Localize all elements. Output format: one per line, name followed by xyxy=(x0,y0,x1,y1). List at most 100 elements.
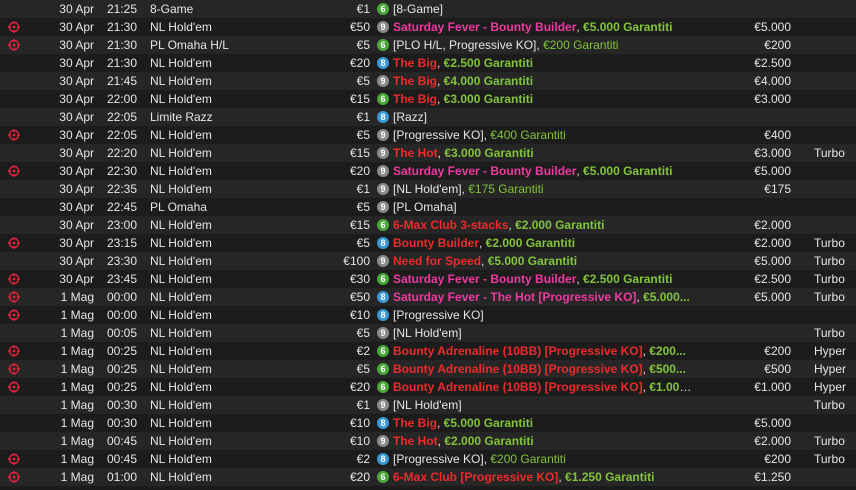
start-time: 23:15 xyxy=(106,236,137,250)
ko-indicator xyxy=(8,468,26,486)
table-size: 9 xyxy=(377,252,391,270)
game-type: NL Hold'em xyxy=(150,272,212,286)
name-text: [NL Hold'em] xyxy=(393,182,462,196)
start-time: 23:45 xyxy=(106,272,137,286)
ko-indicator xyxy=(8,432,26,450)
tournament-name: Bounty Adrenaline (10BB) [Progressive KO… xyxy=(393,360,693,378)
start-time: 00:00 xyxy=(106,308,137,322)
table-size: 8 xyxy=(377,288,391,306)
guaranteed-prize: €3.000 xyxy=(754,146,791,160)
guarantee-text: €200 Garantiti xyxy=(543,38,619,52)
start-time: 21:45 xyxy=(106,74,137,88)
guaranteed-prize: €5.000 xyxy=(754,416,791,430)
tournament-row[interactable]: 30 Apr 21:30 NL Hold'em €20 8 The Big, €2.500… xyxy=(0,54,856,72)
start-time: 21:30 xyxy=(106,56,137,70)
buy-in: €1 xyxy=(356,2,370,16)
guaranteed-prize: €5.000 xyxy=(754,164,791,178)
seats-badge: 6 xyxy=(377,273,389,285)
seats-badge: 9 xyxy=(377,147,389,159)
speed-label: Turbo xyxy=(814,398,845,412)
event-title: The Hot xyxy=(393,146,438,160)
tournament-row[interactable]: 30 Apr 23:15 NL Hold'em €5 8 Bounty Builder, … xyxy=(0,234,856,252)
game-type: NL Hold'em xyxy=(150,470,212,484)
tournament-row[interactable]: 1 Mag 00:45 NL Hold'em €10 9 The Hot, €2.000 … xyxy=(0,432,856,450)
speed-label: Hyper xyxy=(814,344,847,358)
tournament-row[interactable]: 1 Mag 01:00 NL Hold'em €20 6 6-Max Club [Prog… xyxy=(0,468,856,486)
tournament-row[interactable]: 1 Mag 00:30 NL Hold'em €10 8 The Big, €5.000 … xyxy=(0,414,856,432)
start-time: 22:00 xyxy=(106,92,137,106)
tournament-name: Bounty Builder, €2.000 Garantiti xyxy=(393,234,693,252)
buy-in: €5 xyxy=(356,200,370,214)
guarantee-text: €3.000 Garantiti xyxy=(444,146,534,160)
start-time: 22:45 xyxy=(106,200,137,214)
tournament-row[interactable]: 30 Apr 22:45 PL Omaha €5 9 [PL Omaha] xyxy=(0,198,856,216)
table-size: 9 xyxy=(377,162,391,180)
guaranteed-prize: €5.000 xyxy=(754,254,791,268)
ko-indicator xyxy=(8,288,26,306)
tournament-row[interactable]: 1 Mag 00:25 NL Hold'em €5 6 Bounty Adrenaline… xyxy=(0,360,856,378)
guaranteed-prize: €200 xyxy=(764,344,791,358)
tournament-row[interactable]: 30 Apr 23:45 NL Hold'em €30 6 Saturday Fever … xyxy=(0,270,856,288)
game-type: NL Hold'em xyxy=(150,164,212,178)
buy-in: €30 xyxy=(349,272,370,286)
tournament-name: Need for Speed, €5.000 Garantiti xyxy=(393,252,693,270)
tournament-row[interactable]: 1 Mag 00:00 NL Hold'em €10 8 [Progressive KO] xyxy=(0,306,856,324)
start-time: 22:05 xyxy=(106,128,137,142)
game-type: NL Hold'em xyxy=(150,20,212,34)
guaranteed-prize: €175 xyxy=(764,182,791,196)
tournament-row[interactable]: 1 Mag 00:05 NL Hold'em €5 9 [NL Hold'em] Turbo xyxy=(0,324,856,342)
buy-in: €100 xyxy=(343,254,370,268)
buy-in: €50 xyxy=(349,290,370,304)
ko-indicator xyxy=(8,216,26,234)
tournament-row[interactable]: 1 Mag 00:00 NL Hold'em €50 8 Saturday Fever -… xyxy=(0,288,856,306)
tournament-row[interactable]: 30 Apr 22:20 NL Hold'em €15 9 The Hot, €3.000… xyxy=(0,144,856,162)
tournament-row[interactable]: 30 Apr 21:25 8-Game €1 6 [8-Game] xyxy=(0,0,856,18)
table-size: 6 xyxy=(377,36,391,54)
ko-indicator xyxy=(8,54,26,72)
speed-label xyxy=(814,72,856,90)
tournament-row[interactable]: 30 Apr 22:35 NL Hold'em €1 9 [NL Hold'em], €1… xyxy=(0,180,856,198)
crosshair-icon xyxy=(8,363,20,375)
tournament-row[interactable]: 30 Apr 21:30 PL Omaha H/L €5 6 [PLO H/L, Prog… xyxy=(0,36,856,54)
name-text: [NL Hold'em] xyxy=(393,326,462,340)
start-date: 1 Mag xyxy=(60,290,94,304)
speed-label: Turbo xyxy=(814,146,845,160)
tournament-row[interactable]: 30 Apr 22:05 Limite Razz €1 8 [Razz] xyxy=(0,108,856,126)
start-date: 1 Mag xyxy=(60,398,94,412)
tournament-row[interactable]: 1 Mag 00:25 NL Hold'em €20 6 Bounty Adrenalin… xyxy=(0,378,856,396)
tournament-row[interactable]: 1 Mag 00:30 NL Hold'em €1 9 [NL Hold'em] Turbo xyxy=(0,396,856,414)
guarantee-text: €200... xyxy=(649,344,686,358)
tournament-row[interactable]: 30 Apr 22:00 NL Hold'em €15 6 The Big, €3.000… xyxy=(0,90,856,108)
start-date: 30 Apr xyxy=(59,164,94,178)
table-size: 6 xyxy=(377,216,391,234)
speed-label xyxy=(814,468,856,486)
event-title: Bounty Builder xyxy=(393,236,479,250)
tournament-row[interactable]: 1 Mag 00:45 NL Hold'em €2 8 [Progressive KO],… xyxy=(0,450,856,468)
tournament-row[interactable]: 1 Mag 00:25 NL Hold'em €2 6 Bounty Adrenaline… xyxy=(0,342,856,360)
buy-in: €10 xyxy=(349,434,370,448)
start-date: 30 Apr xyxy=(59,56,94,70)
event-title: Bounty Adrenaline (10BB) [Progressive KO… xyxy=(393,362,643,376)
tournament-row[interactable]: 30 Apr 23:30 NL Hold'em €100 9 Need for Speed… xyxy=(0,252,856,270)
seats-badge: 8 xyxy=(377,453,389,465)
start-date: 1 Mag xyxy=(60,326,94,340)
speed-label xyxy=(814,180,856,198)
game-type: Limite Razz xyxy=(150,110,213,124)
guaranteed-prize: €200 xyxy=(764,38,791,52)
start-date: 1 Mag xyxy=(60,308,94,322)
tournament-name: [NL Hold'em], €175 Garantiti xyxy=(393,180,693,198)
start-time: 21:30 xyxy=(106,20,137,34)
tournament-name: 6-Max Club [Progressive KO], €1.250 Gara… xyxy=(393,468,693,486)
tournament-row[interactable]: 30 Apr 22:30 NL Hold'em €20 9 Saturday Fever … xyxy=(0,162,856,180)
table-size: 9 xyxy=(377,324,391,342)
tournament-row[interactable]: 30 Apr 22:05 NL Hold'em €5 9 [Progressive KO]… xyxy=(0,126,856,144)
start-date: 30 Apr xyxy=(59,218,94,232)
speed-label xyxy=(814,0,856,18)
tournament-row[interactable]: 30 Apr 21:30 NL Hold'em €50 9 Saturday Fever … xyxy=(0,18,856,36)
tournament-row[interactable]: 30 Apr 23:00 NL Hold'em €15 6 6-Max Club 3-st… xyxy=(0,216,856,234)
table-size: 9 xyxy=(377,396,391,414)
guaranteed-prize: €4.000 xyxy=(754,74,791,88)
tournament-row[interactable]: 30 Apr 21:45 NL Hold'em €5 9 The Big, €4.000 … xyxy=(0,72,856,90)
speed-label xyxy=(814,216,856,234)
table-size: 9 xyxy=(377,72,391,90)
